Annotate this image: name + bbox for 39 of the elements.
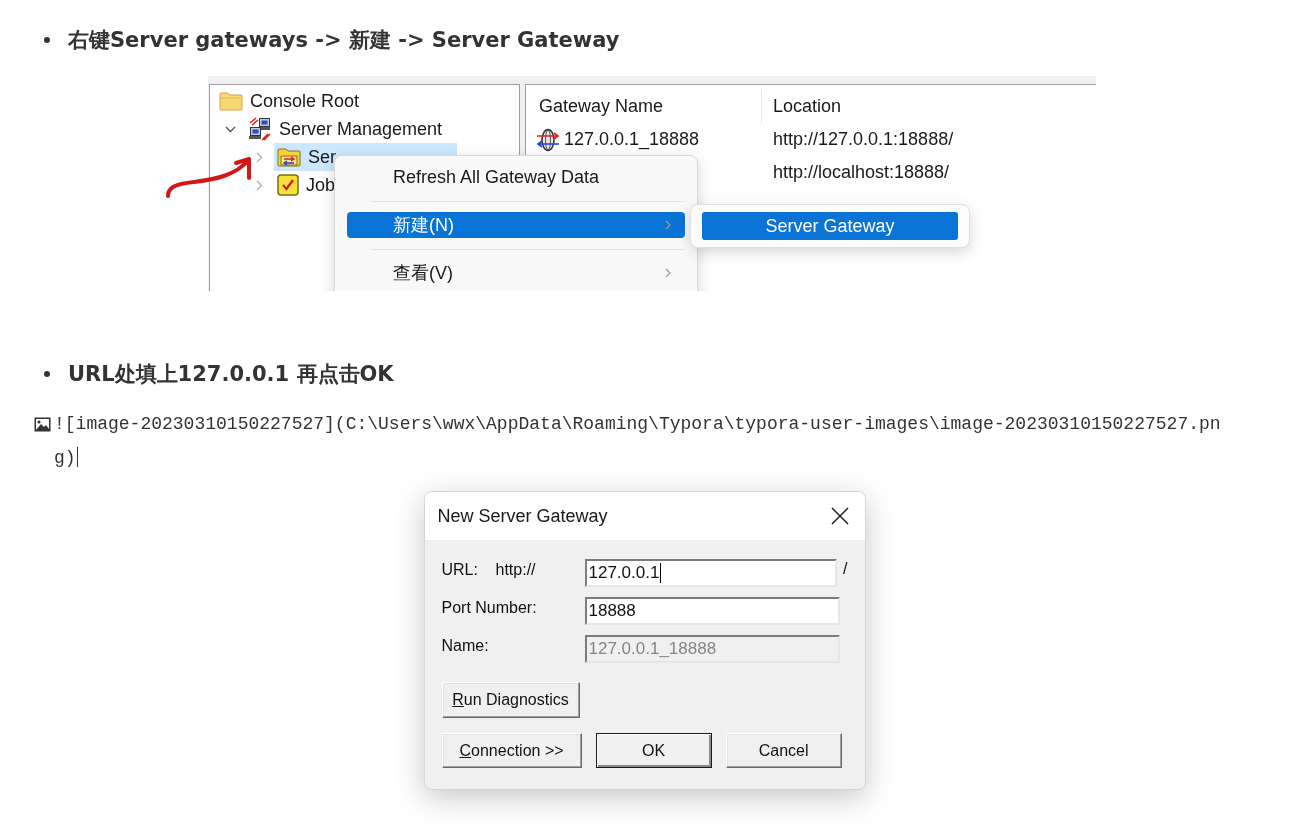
chevron-right-icon xyxy=(665,220,671,230)
input-field[interactable]: 18888 xyxy=(584,597,840,625)
dialog-button[interactable]: Cancel xyxy=(725,733,842,768)
chevron-right-icon xyxy=(665,268,671,278)
folder-icon xyxy=(219,91,243,111)
menu-item[interactable]: Server Gateway xyxy=(702,212,958,240)
field-label: URL: xyxy=(441,560,479,580)
gateway-location: http://127.0.0.1:18888/ xyxy=(773,129,954,150)
chevron-down-icon[interactable] xyxy=(225,125,236,133)
folder-arrows-icon xyxy=(277,146,301,168)
url-prefix: http:// xyxy=(495,560,536,580)
gateway-name: 127.0.0.1_18888 xyxy=(564,129,700,150)
menu-item[interactable]: 查看(V) xyxy=(347,260,685,286)
dialog-title: New Server Gateway xyxy=(437,505,608,527)
image-icon xyxy=(34,417,51,432)
close-icon[interactable] xyxy=(830,507,849,525)
gateway-location: http://localhost:18888/ xyxy=(773,162,950,183)
computers-icon xyxy=(248,117,272,141)
bullet-icon xyxy=(44,371,50,377)
step-heading: 右键Server gateways -> 新建 -> Server Gateway xyxy=(68,27,620,54)
bullet-icon xyxy=(44,37,50,43)
step-heading: URL处填上127.0.0.1 再点击OK xyxy=(68,361,394,388)
field-label: Port Number: xyxy=(441,598,537,618)
menu-item[interactable]: Refresh All Gateway Data xyxy=(347,164,685,190)
image-markdown-source: ![image-20230310150227527](C:\Users\wwx\AppData\Roaming\Typora\typora-user-images\image-20230310150227527.png) xyxy=(54,414,1221,468)
tick-tile-icon xyxy=(277,174,299,196)
dialog-button[interactable]: OK xyxy=(595,733,712,768)
menu-item[interactable]: 新建(N) xyxy=(347,212,685,238)
input-field[interactable]: 127.0.0.1 xyxy=(584,559,838,587)
field-label: Name: xyxy=(441,636,490,656)
column-header[interactable]: Location xyxy=(762,89,1096,123)
dialog-button[interactable]: Connection >> xyxy=(441,733,582,768)
tree-item[interactable]: Server Management xyxy=(245,115,446,143)
run-diagnostics-button[interactable]: Run Diagnostics xyxy=(441,682,580,718)
globe-arrows-icon xyxy=(536,127,560,152)
column-header[interactable]: Gateway Name xyxy=(526,89,762,123)
url-suffix: / xyxy=(843,559,848,579)
tree-item[interactable]: Job xyxy=(274,171,339,199)
tree-item[interactable]: Console Root xyxy=(216,87,363,115)
